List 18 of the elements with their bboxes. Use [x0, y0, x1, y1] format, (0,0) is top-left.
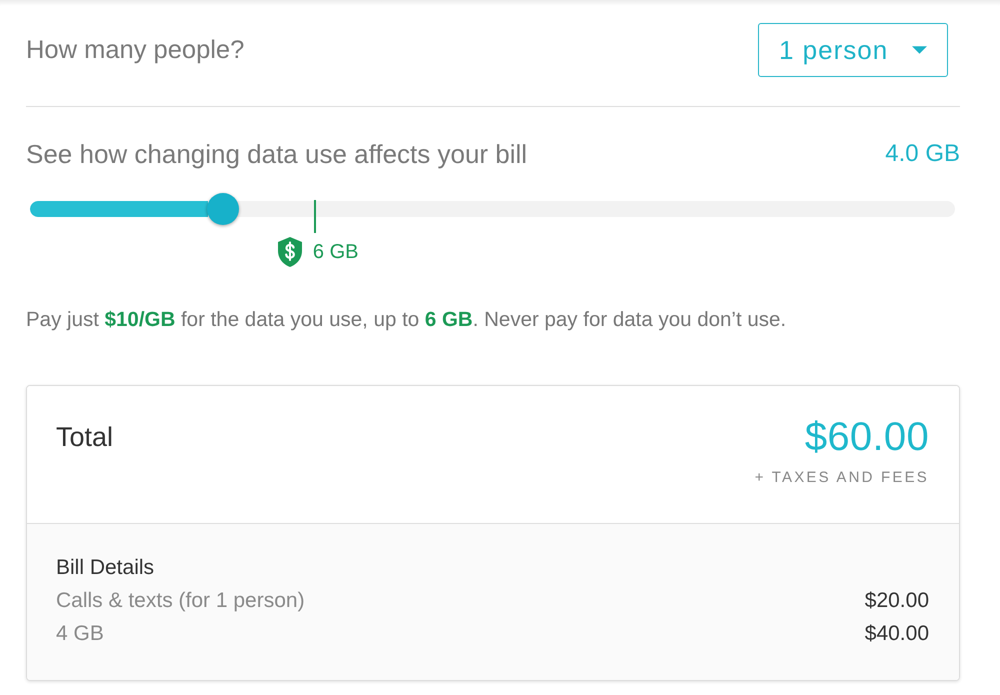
data-amount-reading: 4.0 GB — [885, 140, 960, 168]
taxes-note: + TAXES AND FEES — [754, 468, 929, 488]
bill-details-title: Bill Details — [56, 556, 154, 579]
pricing-note: Pay just $10/GB for the data you use, up to 6 GB. Never pay for data you don’t use. — [26, 307, 788, 333]
bill-line-label: Calls & texts (for 1 person) — [56, 588, 305, 614]
people-dropdown[interactable]: 1 person — [758, 23, 948, 77]
bill-line-label: 4 GB — [56, 621, 104, 647]
total-label: Total — [56, 422, 114, 452]
total-amount: $60.00 — [804, 414, 929, 460]
data-cap-label: 6 GB — [312, 240, 358, 264]
slider-thumb[interactable] — [207, 193, 240, 225]
data-slider-track[interactable] — [30, 201, 955, 217]
data-use-question: See how changing data use affects your bill — [26, 139, 528, 169]
caret-icon — [912, 46, 927, 54]
shield-dollar-icon — [278, 237, 302, 267]
bill-line-amount: $40.00 — [864, 621, 929, 647]
people-question: How many people? — [26, 35, 244, 65]
bill-line-amount: $20.00 — [864, 588, 929, 614]
